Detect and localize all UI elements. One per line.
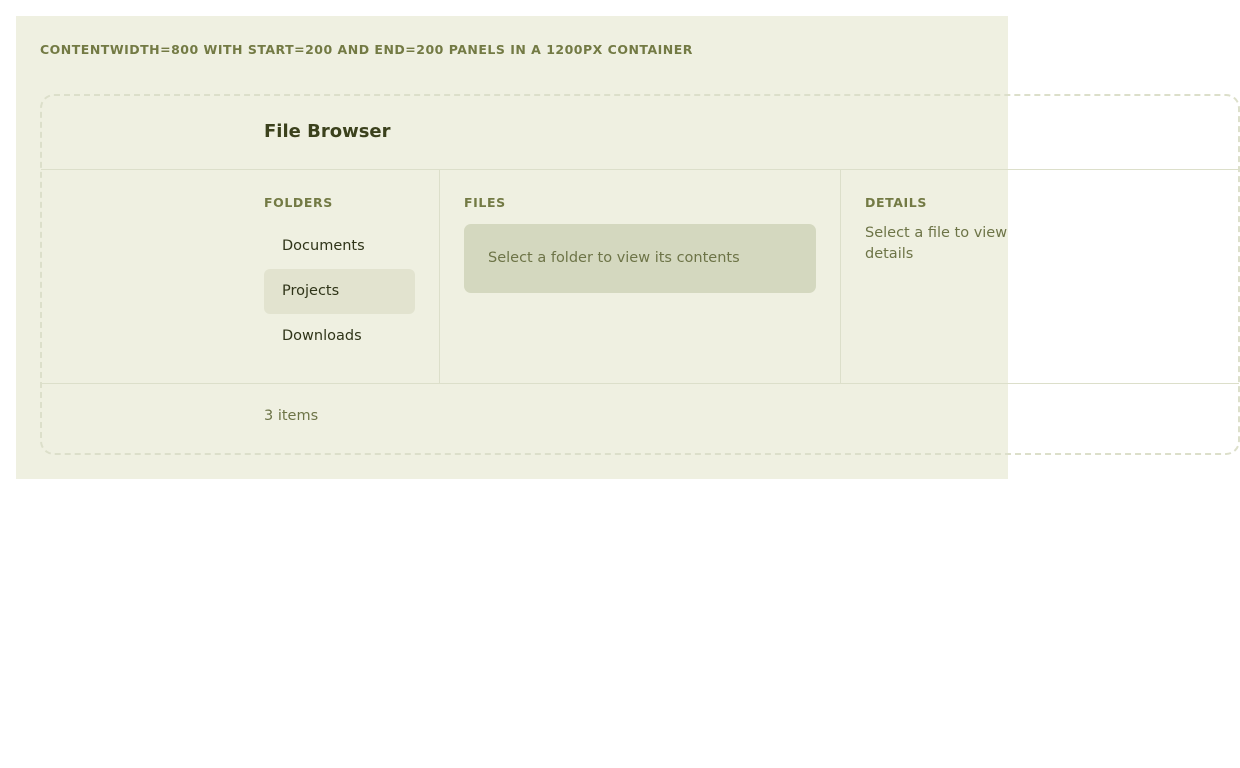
files-empty-state: Select a folder to view its contents (464, 224, 816, 293)
page-title: File Browser (264, 121, 391, 142)
footer-divider (41, 383, 1239, 384)
details-empty-state: Select a file to view details (865, 225, 1008, 262)
files-heading: FILES (464, 195, 506, 210)
details-heading: DETAILS (865, 195, 927, 210)
folders-heading: FOLDERS (264, 195, 333, 210)
demo-caption: CONTENTWIDTH=800 WITH START=200 AND END=… (40, 42, 693, 57)
item-count: 3 items (264, 408, 319, 424)
folder-item-projects[interactable]: Projects (264, 269, 415, 314)
header-divider (41, 169, 1239, 170)
folder-item-documents[interactable]: Documents (264, 224, 415, 269)
folder-item-downloads[interactable]: Downloads (264, 314, 415, 359)
end-panel-divider (840, 170, 841, 383)
start-panel-divider (439, 170, 440, 383)
